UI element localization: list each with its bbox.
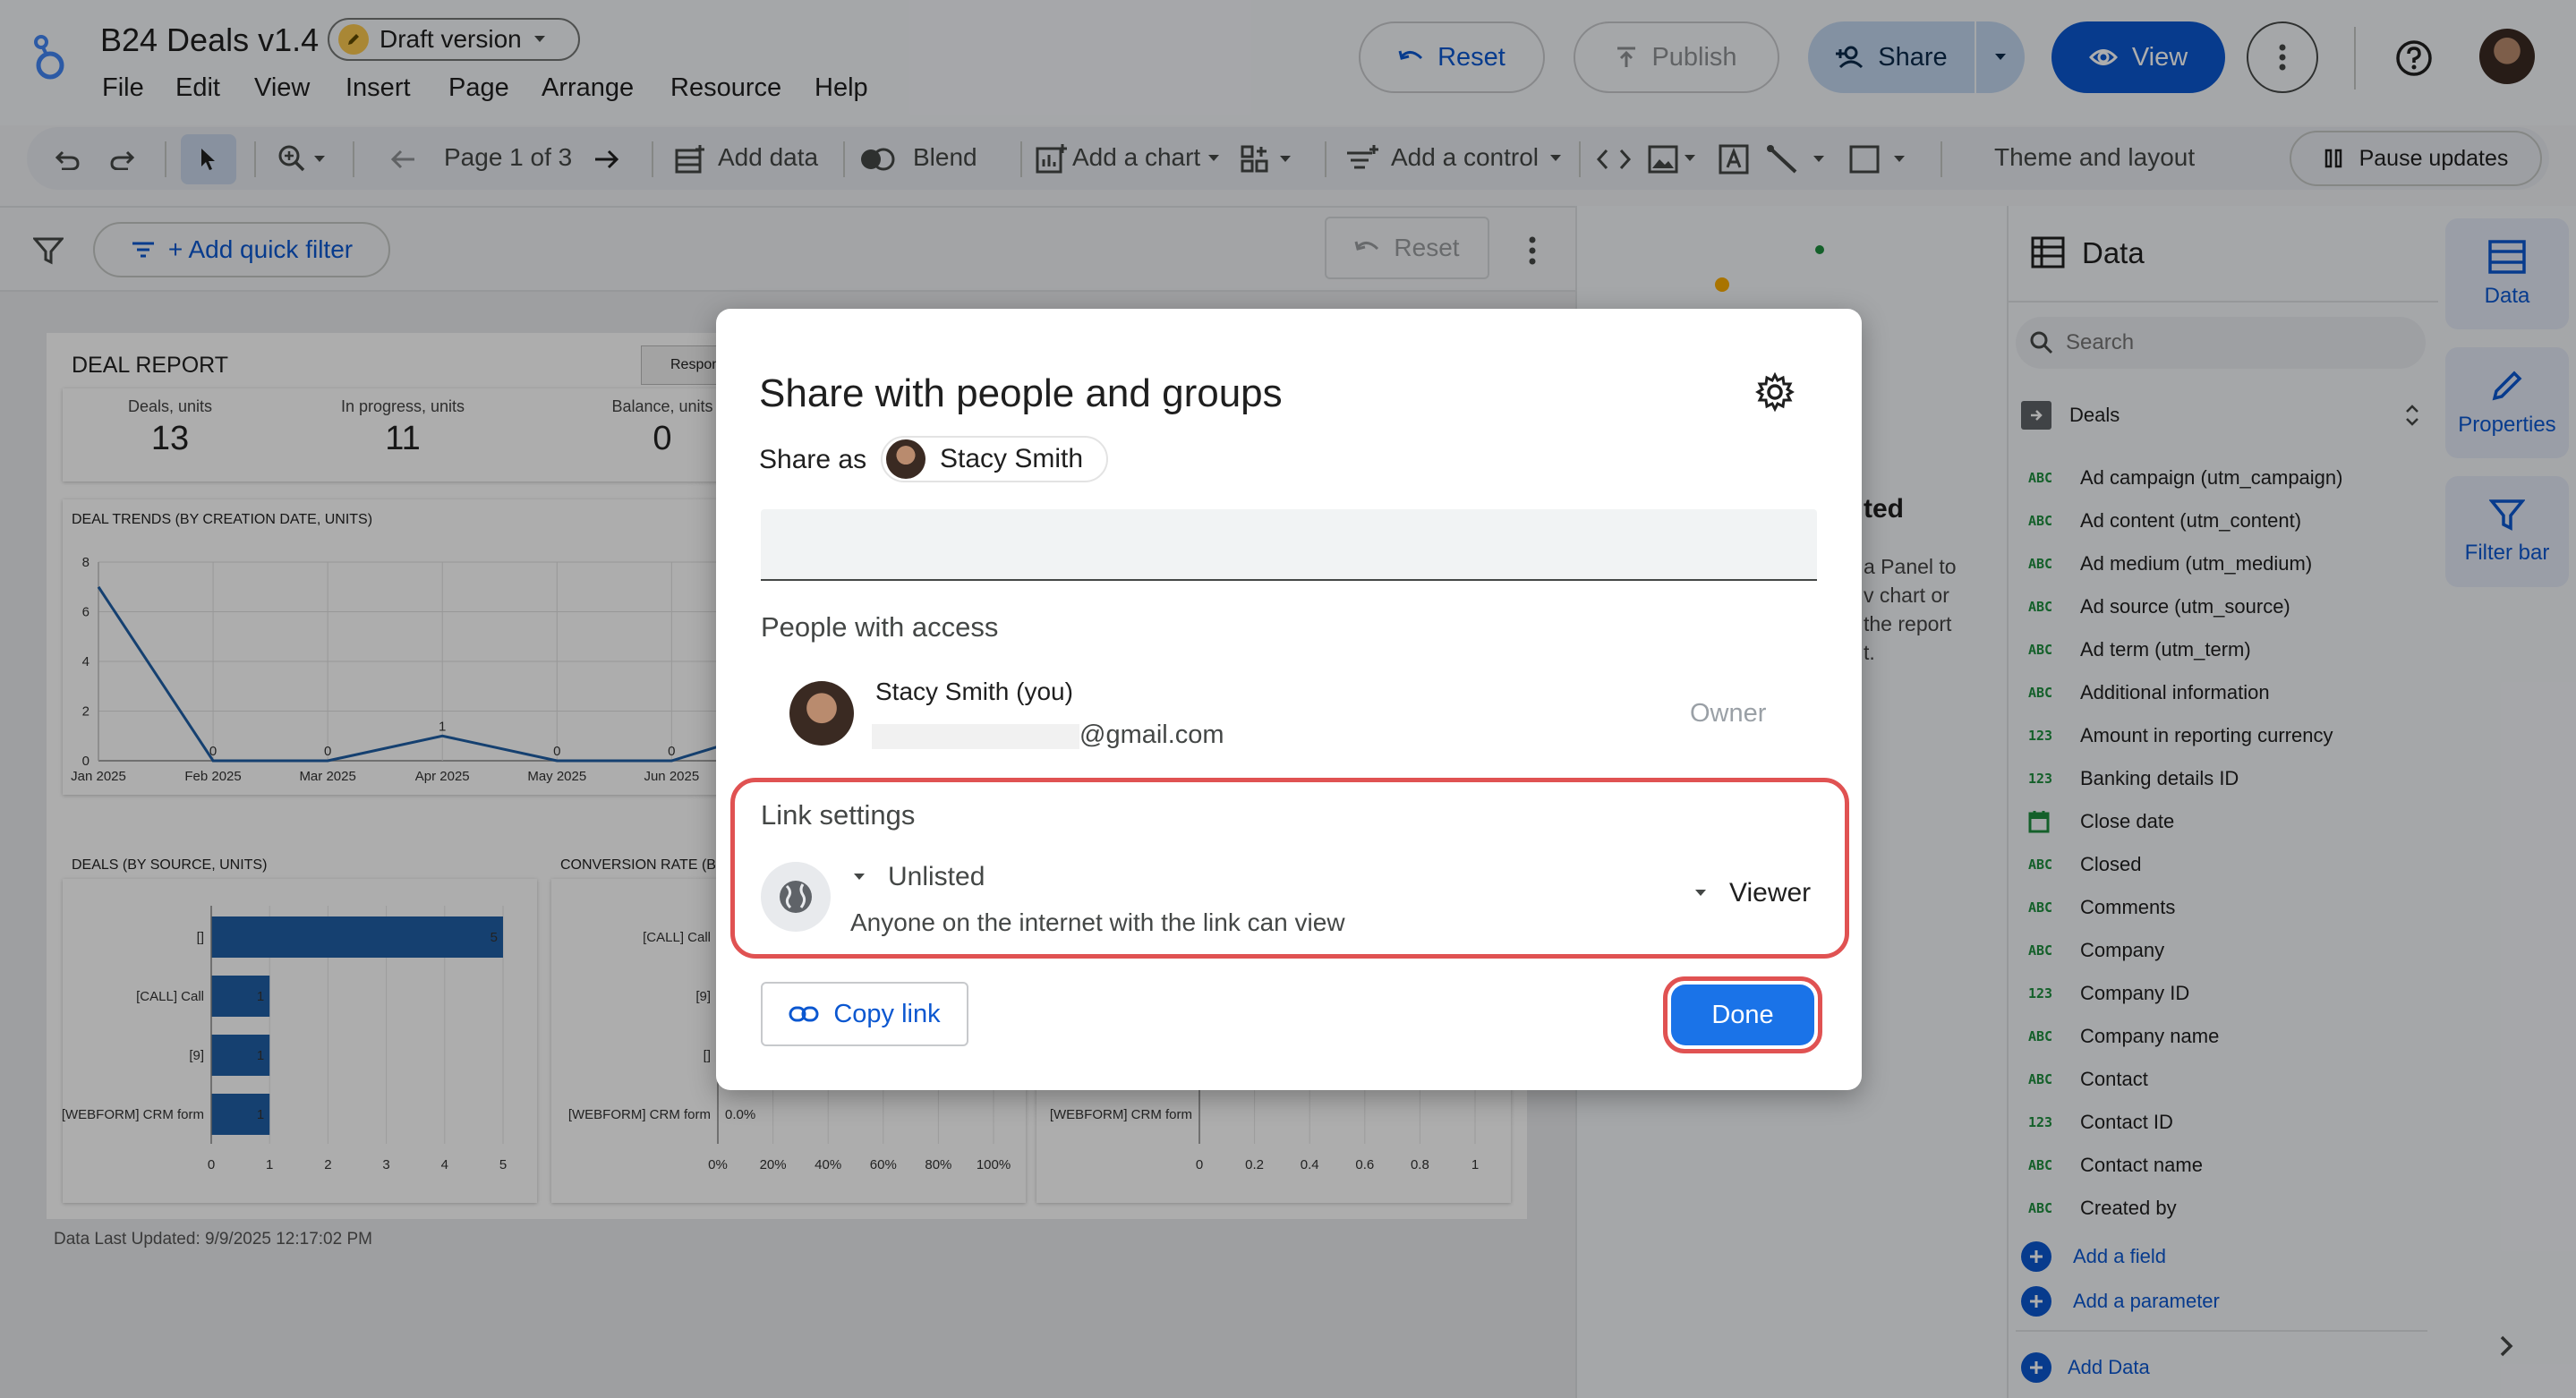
person-email: @gmail.com	[1079, 720, 1224, 749]
person-role: Owner	[1690, 699, 1767, 728]
done-label: Done	[1711, 1000, 1774, 1029]
link-access-value: Unlisted	[888, 862, 985, 891]
people-with-access-heading: People with access	[761, 611, 999, 643]
link-role-value: Viewer	[1729, 878, 1812, 908]
share-as-chip[interactable]: Stacy Smith	[881, 436, 1108, 482]
globe-icon	[761, 862, 831, 932]
link-role-dropdown[interactable]: Viewer	[1693, 878, 1811, 908]
link-icon	[789, 1006, 819, 1022]
link-description: Anyone on the internet with the link can…	[850, 908, 1345, 936]
dialog-title: Share with people and groups	[759, 371, 1283, 415]
person-name: Stacy Smith (you)	[875, 678, 1073, 705]
share-as-user: Stacy Smith	[940, 444, 1084, 473]
avatar	[886, 439, 925, 479]
settings-gear-icon[interactable]	[1753, 370, 1797, 414]
chevron-down-icon	[852, 873, 866, 882]
copy-link-button[interactable]: Copy link	[761, 982, 968, 1046]
link-settings-heading: Link settings	[761, 799, 916, 831]
link-access-dropdown[interactable]: Unlisted	[852, 862, 985, 892]
share-dialog: Share with people and groups Share as St…	[716, 309, 1862, 1090]
avatar	[789, 681, 854, 746]
chevron-down-icon	[1693, 889, 1708, 898]
copy-link-label: Copy link	[833, 999, 941, 1028]
done-button[interactable]: Done	[1671, 985, 1814, 1045]
share-as-label: Share as	[759, 445, 867, 474]
redacted-email-bar	[872, 724, 1079, 749]
add-people-input[interactable]	[761, 509, 1817, 581]
